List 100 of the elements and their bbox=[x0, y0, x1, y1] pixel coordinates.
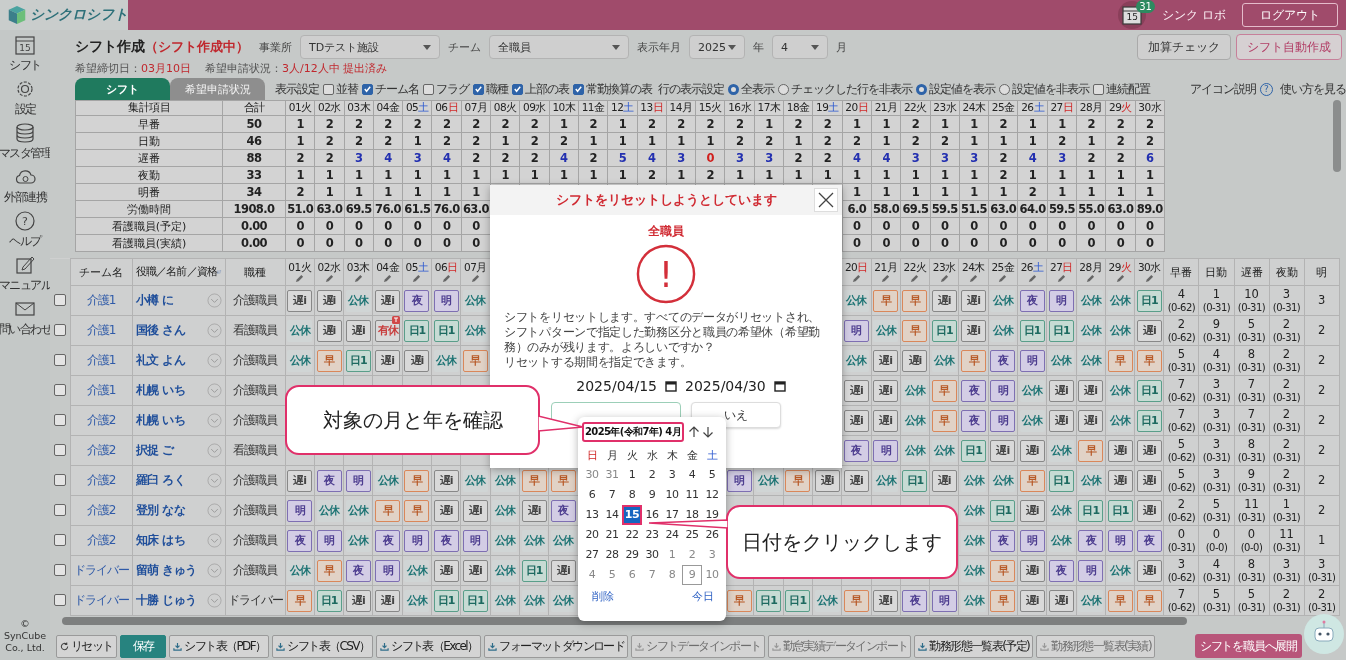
shift-chip[interactable]: 明 bbox=[375, 559, 401, 582]
shift-chip[interactable]: 早 bbox=[785, 469, 811, 492]
row-checkbox[interactable] bbox=[53, 444, 66, 456]
shift-chip[interactable]: 日1 bbox=[1048, 469, 1074, 492]
calendar-day[interactable]: 8 bbox=[622, 485, 642, 505]
shift-chip[interactable]: 日1 bbox=[316, 589, 342, 612]
shift-chip[interactable]: 公休 bbox=[961, 469, 987, 492]
shift-chip[interactable]: 遅i bbox=[873, 349, 899, 372]
shift-chip[interactable]: 夜 bbox=[990, 349, 1016, 372]
shift-chip[interactable]: 夜 bbox=[990, 529, 1016, 552]
shift-chip[interactable]: 明 bbox=[1019, 529, 1045, 552]
shift-chip[interactable]: 遅i bbox=[814, 469, 840, 492]
dropdown-field[interactable]: TDテスト施設 bbox=[300, 35, 440, 59]
today-link[interactable]: 今日 bbox=[692, 589, 714, 604]
pencil-icon[interactable] bbox=[910, 274, 920, 283]
calendar-day[interactable]: 5 bbox=[702, 465, 722, 485]
shift-chip[interactable]: 夜 bbox=[550, 499, 576, 522]
shift-chip[interactable]: 遅i bbox=[433, 499, 459, 522]
caret-icon[interactable] bbox=[728, 44, 736, 50]
pencil-icon[interactable] bbox=[1115, 274, 1125, 283]
toolbar-button[interactable]: 勤務形態一覧表(予定) bbox=[914, 634, 1034, 658]
shift-chip[interactable]: 遅i bbox=[931, 289, 957, 312]
toolbar-button[interactable]: シフト表（PDF） bbox=[169, 634, 270, 658]
checkbox[interactable] bbox=[362, 83, 373, 95]
clear-link[interactable]: 削除 bbox=[592, 589, 614, 604]
shift-chip[interactable]: 早 bbox=[1136, 349, 1162, 372]
shift-chip[interactable]: 明 bbox=[1078, 559, 1104, 582]
shift-chip[interactable]: 遅i bbox=[521, 499, 547, 522]
shift-chip[interactable]: 遅i bbox=[287, 289, 313, 312]
date-field[interactable]: 2025/04/15 bbox=[576, 378, 657, 394]
shift-chip[interactable]: 公休 bbox=[463, 469, 488, 492]
shift-chip[interactable]: 夜 bbox=[404, 289, 430, 312]
calendar-day[interactable]: 6 bbox=[582, 485, 602, 505]
checkbox[interactable] bbox=[423, 83, 434, 95]
checkbox[interactable] bbox=[512, 83, 523, 95]
shift-chip[interactable]: 明 bbox=[1019, 349, 1045, 372]
sidebar-item[interactable]: 設定 bbox=[0, 76, 50, 120]
toolbar-button[interactable]: 保存 bbox=[119, 634, 167, 658]
shift-chip[interactable]: 明 bbox=[1107, 529, 1133, 552]
shift-chip[interactable]: 日1 bbox=[404, 319, 430, 342]
shift-chip[interactable]: 遅i bbox=[404, 349, 430, 372]
shift-chip[interactable]: 公休 bbox=[1019, 379, 1045, 402]
shift-chip[interactable]: 早 bbox=[1019, 469, 1045, 492]
shift-chip[interactable]: 公休 bbox=[990, 289, 1016, 312]
shift-chip[interactable]: 公休 bbox=[961, 589, 987, 612]
calendar-day[interactable]: 9 bbox=[682, 565, 702, 585]
shift-chip[interactable]: 公休 bbox=[492, 469, 518, 492]
shift-chip[interactable]: 公休 bbox=[843, 289, 869, 312]
shift-chip[interactable]: 公休 bbox=[345, 529, 371, 552]
shift-chip[interactable]: 夜 bbox=[843, 439, 869, 462]
calendar-day[interactable]: 1 bbox=[662, 545, 682, 565]
shift-chip[interactable]: 夜 bbox=[316, 469, 342, 492]
pencil-icon[interactable] bbox=[969, 274, 979, 283]
shift-chip[interactable]: 早 bbox=[550, 469, 576, 492]
shift-chip[interactable]: 早 bbox=[726, 589, 752, 612]
shift-chip[interactable]: 早 bbox=[1107, 589, 1133, 612]
shift-chip[interactable]: 明 bbox=[463, 529, 488, 552]
icon-legend-link[interactable]: アイコン説明 bbox=[1190, 80, 1256, 98]
shift-chip[interactable]: 明 bbox=[404, 529, 430, 552]
row-checkbox[interactable] bbox=[53, 504, 66, 516]
pencil-icon[interactable] bbox=[851, 274, 861, 283]
shift-chip[interactable]: 明 bbox=[316, 529, 342, 552]
shift-chip[interactable]: 公休 bbox=[404, 589, 430, 612]
shift-chip[interactable]: 早 bbox=[990, 559, 1016, 582]
calendar-day[interactable]: 1 bbox=[622, 465, 642, 485]
radio-button[interactable] bbox=[999, 83, 1010, 95]
calendar-day[interactable]: 30 bbox=[642, 545, 662, 565]
shift-chip[interactable]: 公休 bbox=[814, 589, 840, 612]
shift-chip[interactable]: 公休 bbox=[755, 469, 781, 492]
shift-chip[interactable]: 日1 bbox=[931, 319, 957, 342]
shift-chip[interactable]: 早 bbox=[902, 319, 928, 342]
row-checkbox[interactable] bbox=[53, 324, 66, 336]
shift-chip[interactable]: 早 bbox=[1078, 439, 1104, 462]
calendar-day[interactable]: 9 bbox=[642, 485, 662, 505]
shift-chip[interactable]: 明 bbox=[931, 589, 957, 612]
shift-chip[interactable]: 遅i bbox=[1019, 589, 1045, 612]
row-checkbox[interactable] bbox=[53, 384, 66, 396]
shift-chip[interactable]: 公休 bbox=[873, 469, 899, 492]
shift-chip[interactable]: 早 bbox=[521, 469, 547, 492]
shift-chip[interactable]: 公休 bbox=[345, 499, 371, 522]
shift-chip[interactable]: 公休 bbox=[521, 529, 547, 552]
pencil-icon[interactable] bbox=[881, 274, 891, 283]
shift-chip[interactable]: 日1 bbox=[755, 589, 781, 612]
shift-chip[interactable]: 夜 bbox=[287, 529, 313, 552]
row-checkbox[interactable] bbox=[53, 294, 66, 306]
shift-chip[interactable]: 遅i bbox=[345, 319, 371, 342]
shift-chip[interactable]: 明 bbox=[433, 289, 459, 312]
shift-chip[interactable]: 日1 bbox=[961, 439, 987, 462]
shift-chip[interactable]: 遅i bbox=[1078, 379, 1104, 402]
shift-chip[interactable]: 遅i bbox=[1136, 559, 1162, 582]
close-button[interactable] bbox=[814, 188, 838, 212]
pencil-icon[interactable] bbox=[1056, 274, 1066, 283]
pencil-icon[interactable] bbox=[412, 274, 422, 283]
caret-icon[interactable] bbox=[423, 44, 431, 50]
shift-chip[interactable]: 遅i bbox=[961, 289, 987, 312]
shift-chip[interactable]: 夜 bbox=[433, 529, 459, 552]
shift-chip[interactable]: 早 bbox=[463, 349, 488, 372]
shift-chip[interactable]: 日1 bbox=[902, 469, 928, 492]
shift-chip[interactable]: 日1 bbox=[990, 499, 1016, 522]
shift-chip[interactable]: 日1 bbox=[1136, 289, 1162, 312]
